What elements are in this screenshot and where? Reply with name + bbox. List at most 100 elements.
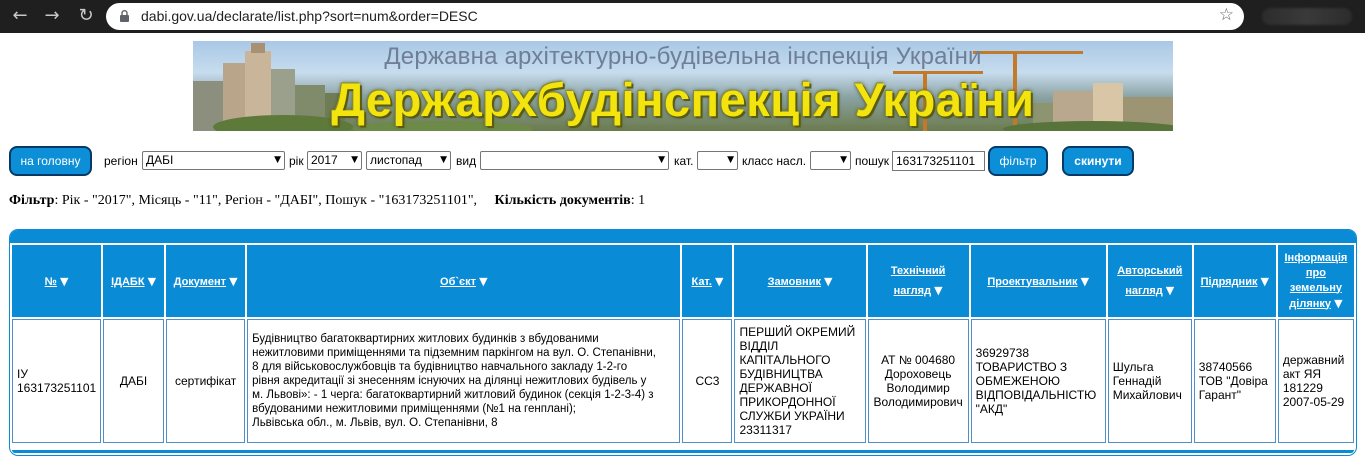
sort-by-document-link[interactable]: Документ	[174, 276, 226, 288]
sort-by-customer-link[interactable]: Замовник	[768, 276, 821, 288]
sort-desc-icon[interactable]: ▼	[824, 275, 832, 288]
class-label: класс насл.	[742, 154, 807, 168]
column-header-land-info[interactable]: Інформація про земельну ділянку ▼	[1277, 245, 1354, 317]
bookmark-star-icon[interactable]: ☆	[1219, 5, 1234, 25]
column-header-document[interactable]: Документ ▼	[166, 245, 246, 317]
documents-table-container: № ▼ ІДАБК ▼ Документ ▼ Об`єкт ▼ Кат. ▼ З…	[9, 229, 1357, 456]
filter-summary-label: Фільтр	[9, 193, 55, 208]
back-arrow-icon[interactable]: ←	[8, 4, 32, 28]
cell-land-info: державний акт ЯЯ 181229 2007-05-29	[1277, 319, 1354, 443]
document-count-value: : 1	[630, 193, 646, 208]
sort-by-idabk-link[interactable]: ІДАБК	[111, 276, 144, 288]
sort-desc-icon[interactable]: ▼	[1081, 275, 1089, 288]
document-count-label: Кількість документів	[494, 193, 631, 208]
cell-line: Будівництво багатоквартирних житлових бу…	[252, 333, 599, 345]
url-text[interactable]: dabi.gov.ua/declarate/list.php?sort=num&…	[141, 8, 478, 24]
cell-line: сертифікат	[174, 374, 237, 388]
cell-line: акт ЯЯ	[1282, 367, 1322, 381]
sort-by-category-link[interactable]: Кат.	[691, 276, 711, 288]
cell-line: 38740566	[1198, 360, 1253, 374]
cell-line: ДАБІ	[119, 374, 148, 388]
sort-desc-icon[interactable]: ▼	[229, 275, 237, 288]
dropdown-arrow-icon: ▼	[274, 155, 281, 165]
header-line: земельну	[1289, 281, 1342, 294]
header-line: Інформація	[1284, 251, 1348, 264]
column-header-category[interactable]: Кат. ▼	[682, 245, 733, 317]
cell-line: 181229	[1282, 381, 1323, 395]
sort-desc-icon[interactable]: ▼	[479, 275, 487, 288]
cell-line: ДЕРЖАВНОЇ	[739, 381, 812, 395]
table-row: ІУ 163173251101 ДАБІ сертифікат Будівницт…	[12, 319, 1354, 443]
sort-desc-icon[interactable]: ▼	[1334, 297, 1342, 310]
cell-line: Володимир	[886, 381, 950, 395]
cell-number: ІУ 163173251101	[12, 319, 102, 443]
cell-line: ТОВ "Довіра	[1198, 374, 1268, 388]
sort-by-contractor-link[interactable]: Підрядник	[1201, 276, 1258, 288]
cell-line: ОБМЕЖЕНОЮ	[975, 374, 1061, 388]
sort-desc-icon[interactable]: ▼	[60, 275, 68, 288]
forward-arrow-icon[interactable]: →	[40, 4, 64, 28]
dropdown-arrow-icon: ▼	[440, 155, 447, 165]
cell-tech-supervision: АТ № 004680 Дороховець Володимир Володим…	[867, 319, 969, 443]
cell-author-supervision: Шульга Геннадій Михайлович	[1107, 319, 1192, 443]
type-select[interactable]: ▼	[480, 151, 669, 170]
year-select[interactable]: 2017 ▼	[307, 151, 362, 170]
extensions-area	[1262, 8, 1352, 25]
column-header-customer[interactable]: Замовник ▼	[734, 245, 866, 317]
cell-line: Володимирович	[873, 395, 963, 409]
header-line: Технічний	[890, 264, 946, 277]
banner-title: Держархбудінспекція України	[331, 73, 1035, 126]
column-header-designer[interactable]: Проектувальник ▼	[970, 245, 1106, 317]
header-banner: Державна архітектурно-будівельна інспекц…	[193, 41, 1173, 131]
dropdown-arrow-icon: ▼	[727, 155, 734, 165]
sort-desc-icon[interactable]: ▼	[1166, 284, 1174, 297]
sort-desc-icon[interactable]: ▼	[1261, 275, 1269, 288]
reset-button[interactable]: скинути	[1062, 146, 1134, 176]
filter-button[interactable]: фільтр	[988, 146, 1048, 176]
cell-document: сертифікат	[166, 319, 246, 443]
class-select[interactable]: ▼	[810, 151, 851, 170]
table-top-bar	[10, 230, 1356, 243]
column-header-author-supervision[interactable]: Авторський нагляд ▼	[1107, 245, 1192, 317]
category-select[interactable]: ▼	[697, 151, 738, 170]
browser-toolbar: ← → ↻ dabi.gov.ua/declarate/list.php?sor…	[0, 0, 1365, 33]
month-select-value: листопад	[370, 153, 422, 167]
header-line: нагляд	[893, 284, 932, 297]
search-input[interactable]: 163173251101	[892, 151, 985, 171]
table-bottom-bar	[12, 450, 1354, 453]
cell-line: 2007-05-29	[1282, 395, 1345, 409]
cell-line: 163173251101	[17, 381, 97, 395]
dropdown-arrow-icon: ▼	[840, 155, 847, 165]
sort-by-designer-link[interactable]: Проектувальник	[987, 276, 1077, 288]
sort-desc-icon[interactable]: ▼	[934, 284, 942, 297]
month-select[interactable]: листопад ▼	[366, 151, 451, 170]
table-header-row: № ▼ ІДАБК ▼ Документ ▼ Об`єкт ▼ Кат. ▼ З…	[12, 245, 1354, 317]
header-line: про	[1305, 266, 1326, 279]
cell-line: нежитловими приміщеннями та підземним па…	[252, 347, 656, 359]
cell-line: 8 для військовослужбовців та будівництво…	[252, 361, 628, 373]
cell-line: Львівська обл., м. Львів, вул. О. Степан…	[252, 417, 498, 429]
cell-line: державний	[1282, 353, 1345, 367]
column-header-number[interactable]: № ▼	[12, 245, 102, 317]
column-header-idabk[interactable]: ІДАБК ▼	[103, 245, 165, 317]
sort-by-number-link[interactable]: №	[45, 276, 57, 288]
reload-icon[interactable]: ↻	[74, 4, 98, 28]
region-select[interactable]: ДАБІ ▼	[142, 151, 285, 170]
cell-line: ПРИКОРДОННОЇ	[739, 395, 836, 409]
sort-desc-icon[interactable]: ▼	[148, 275, 156, 288]
sort-desc-icon[interactable]: ▼	[715, 275, 723, 288]
lock-icon	[120, 10, 129, 22]
column-header-tech-supervision[interactable]: Технічний нагляд ▼	[867, 245, 969, 317]
cell-line: м. Львові»: - 1 черга: багатоквартирний …	[252, 389, 654, 401]
search-label: пошук	[855, 154, 890, 168]
cell-line: АТ № 004680	[881, 353, 956, 367]
cell-line: ІУ	[17, 367, 28, 381]
year-label: рік	[289, 154, 304, 168]
type-label: вид	[456, 154, 477, 168]
sort-by-object-link[interactable]: Об`єкт	[440, 276, 476, 288]
home-button[interactable]: на головну	[9, 146, 92, 176]
column-header-contractor[interactable]: Підрядник ▼	[1193, 245, 1276, 317]
filter-summary: Фільтр: Рік - "2017", Місяць - "11", Рег…	[9, 193, 645, 209]
column-header-object[interactable]: Об`єкт ▼	[247, 245, 681, 317]
address-bar[interactable]: dabi.gov.ua/declarate/list.php?sort=num&…	[106, 3, 1244, 30]
